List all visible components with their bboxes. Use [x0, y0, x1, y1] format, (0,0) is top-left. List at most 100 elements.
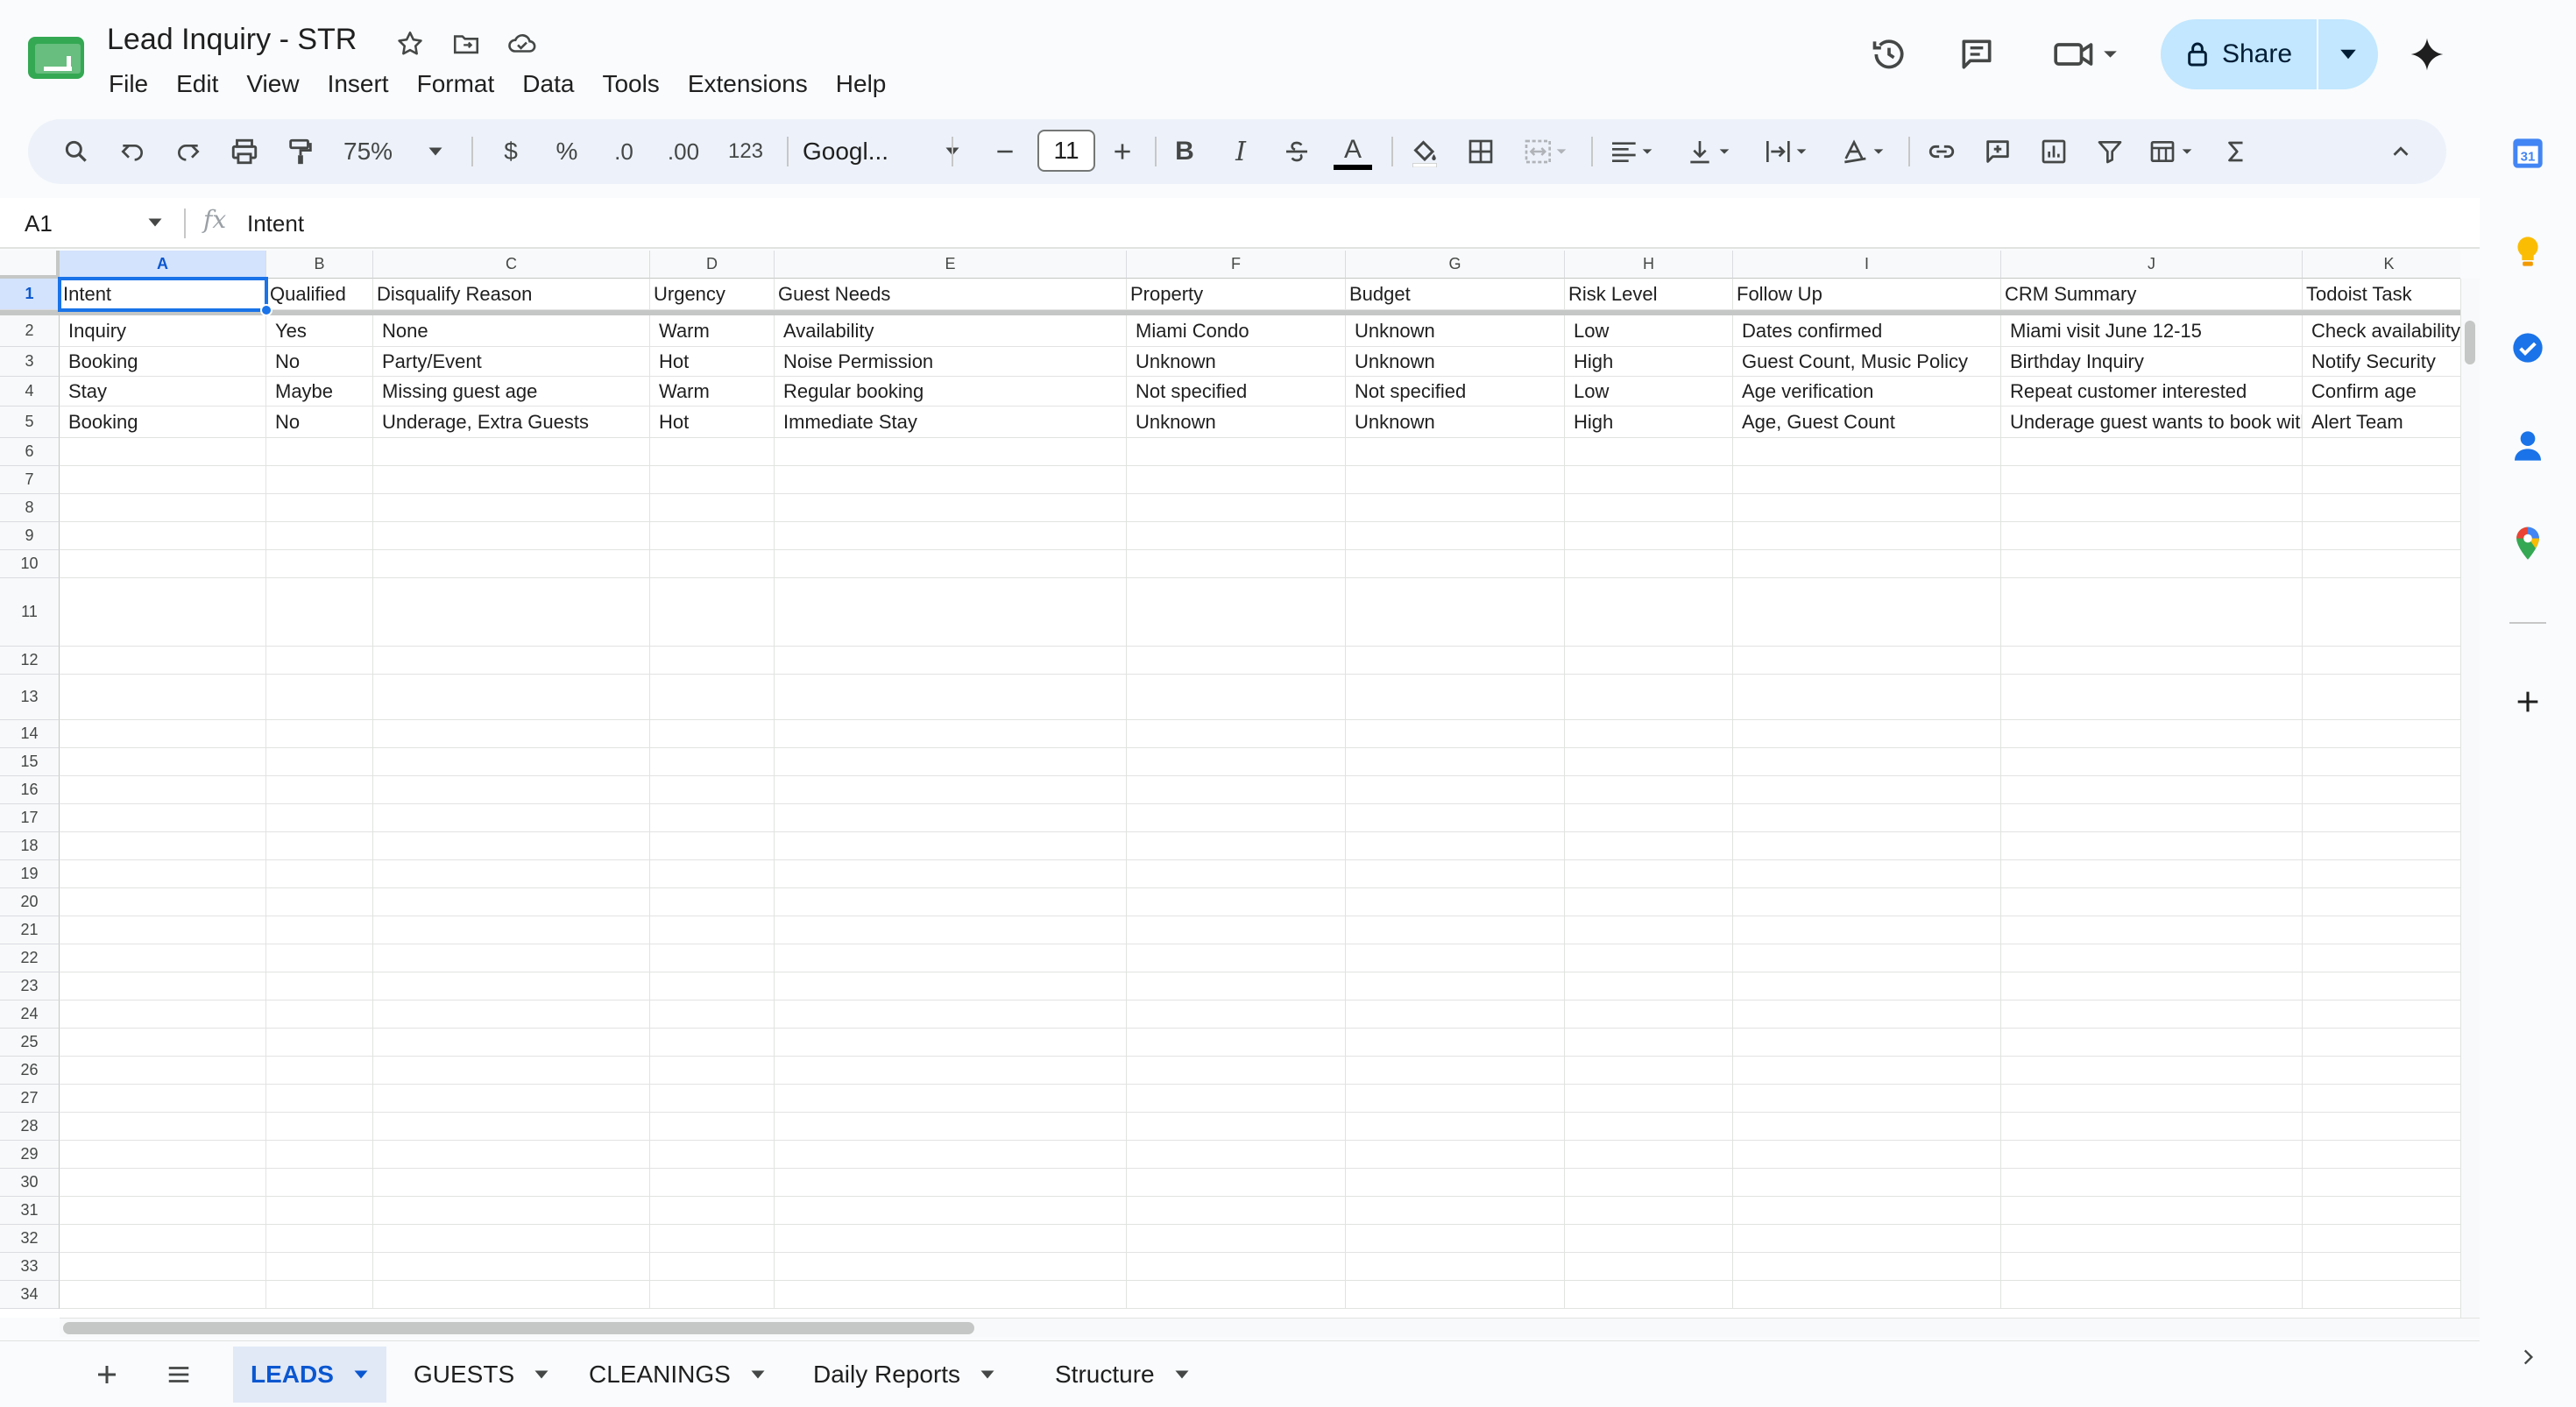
increase-decimal-button[interactable]: .00 — [655, 119, 711, 184]
cell-h24[interactable] — [1565, 1000, 1733, 1029]
cell-g23[interactable] — [1346, 972, 1565, 1000]
cell-i23[interactable] — [1733, 972, 2001, 1000]
row-header[interactable]: 10 — [0, 550, 60, 578]
cell-f28[interactable] — [1127, 1113, 1346, 1141]
cell-i30[interactable] — [1733, 1169, 2001, 1197]
column-header[interactable]: E — [775, 251, 1127, 279]
cell-j29[interactable] — [2001, 1141, 2303, 1169]
cell-b17[interactable] — [266, 804, 373, 832]
cell-c21[interactable] — [373, 916, 650, 944]
cell-j21[interactable] — [2001, 916, 2303, 944]
row-header[interactable]: 28 — [0, 1113, 60, 1141]
cell-c14[interactable] — [373, 720, 650, 748]
sheet-tab-leads[interactable]: LEADS — [233, 1347, 386, 1403]
cell-d2[interactable]: Warm — [650, 315, 775, 347]
row-header[interactable]: 17 — [0, 804, 60, 832]
menu-insert[interactable]: Insert — [314, 67, 403, 102]
merge-cells-icon[interactable] — [1512, 119, 1582, 184]
functions-icon[interactable] — [2210, 119, 2262, 184]
cell-b10[interactable] — [266, 550, 373, 578]
cell-j14[interactable] — [2001, 720, 2303, 748]
menu-help[interactable]: Help — [822, 67, 901, 102]
cell-c3[interactable]: Party/Event — [373, 347, 650, 377]
insert-link-icon[interactable] — [1915, 119, 1968, 184]
caret-down-icon[interactable] — [353, 1369, 369, 1380]
cell-g5[interactable]: Unknown — [1346, 407, 1565, 438]
cell-c1[interactable]: Disqualify Reason — [373, 279, 650, 310]
cell-d9[interactable] — [650, 522, 775, 550]
table-view-icon[interactable] — [2138, 119, 2208, 184]
keep-icon[interactable] — [2506, 230, 2550, 273]
cell-b20[interactable] — [266, 888, 373, 916]
cell-j34[interactable] — [2001, 1281, 2303, 1309]
fill-color-icon[interactable] — [1398, 119, 1451, 184]
select-all-corner[interactable] — [0, 251, 60, 279]
cell-a24[interactable] — [60, 1000, 266, 1029]
cell-g32[interactable] — [1346, 1225, 1565, 1253]
cell-j27[interactable] — [2001, 1085, 2303, 1113]
cell-c33[interactable] — [373, 1253, 650, 1281]
cell-g26[interactable] — [1346, 1057, 1565, 1085]
cell-e26[interactable] — [775, 1057, 1127, 1085]
cell-a26[interactable] — [60, 1057, 266, 1085]
cell-j12[interactable] — [2001, 647, 2303, 675]
cell-i31[interactable] — [1733, 1197, 2001, 1225]
share-dropdown[interactable] — [2318, 19, 2378, 89]
fill-handle[interactable] — [260, 304, 272, 316]
cell-f26[interactable] — [1127, 1057, 1346, 1085]
cell-f29[interactable] — [1127, 1141, 1346, 1169]
cell-c34[interactable] — [373, 1281, 650, 1309]
font-select[interactable]: Googl... — [794, 119, 969, 184]
spreadsheet-grid[interactable]: ABCDEFGHIJK 1 2 3 4 5 6 7 8 9 10 11 12 13 14 15 16 17 18 1… — [0, 251, 2460, 1318]
zoom-select[interactable]: 75% — [336, 119, 450, 184]
cell-f27[interactable] — [1127, 1085, 1346, 1113]
cell-a34[interactable] — [60, 1281, 266, 1309]
cell-f1[interactable]: Property — [1127, 279, 1346, 310]
row-header[interactable]: 22 — [0, 944, 60, 972]
cell-c25[interactable] — [373, 1029, 650, 1057]
cell-e14[interactable] — [775, 720, 1127, 748]
cell-a11[interactable] — [60, 578, 266, 647]
cell-h7[interactable] — [1565, 466, 1733, 494]
cell-i34[interactable] — [1733, 1281, 2001, 1309]
cell-c12[interactable] — [373, 647, 650, 675]
cell-e17[interactable] — [775, 804, 1127, 832]
cell-b21[interactable] — [266, 916, 373, 944]
cell-k27[interactable] — [2303, 1085, 2460, 1113]
row-header[interactable]: 21 — [0, 916, 60, 944]
cell-g6[interactable] — [1346, 438, 1565, 466]
cell-d27[interactable] — [650, 1085, 775, 1113]
cell-h4[interactable]: Low — [1565, 377, 1733, 407]
cell-i13[interactable] — [1733, 675, 2001, 720]
text-rotation-icon[interactable] — [1829, 119, 1900, 184]
cell-c29[interactable] — [373, 1141, 650, 1169]
cell-g29[interactable] — [1346, 1141, 1565, 1169]
cell-g13[interactable] — [1346, 675, 1565, 720]
cell-c11[interactable] — [373, 578, 650, 647]
cell-e2[interactable]: Availability — [775, 315, 1127, 347]
cell-h5[interactable]: High — [1565, 407, 1733, 438]
cell-i5[interactable]: Age, Guest Count — [1733, 407, 2001, 438]
percent-format-button[interactable]: % — [545, 119, 589, 184]
cell-b15[interactable] — [266, 748, 373, 776]
cell-f5[interactable]: Unknown — [1127, 407, 1346, 438]
cell-j23[interactable] — [2001, 972, 2303, 1000]
cell-i6[interactable] — [1733, 438, 2001, 466]
currency-format-button[interactable]: $ — [489, 119, 533, 184]
row-header[interactable]: 20 — [0, 888, 60, 916]
cell-f31[interactable] — [1127, 1197, 1346, 1225]
cell-c15[interactable] — [373, 748, 650, 776]
cell-h10[interactable] — [1565, 550, 1733, 578]
cell-k6[interactable] — [2303, 438, 2460, 466]
cell-h30[interactable] — [1565, 1169, 1733, 1197]
cell-i15[interactable] — [1733, 748, 2001, 776]
cell-d33[interactable] — [650, 1253, 775, 1281]
row-header[interactable]: 29 — [0, 1141, 60, 1169]
caret-down-icon[interactable] — [1174, 1369, 1190, 1380]
cell-f33[interactable] — [1127, 1253, 1346, 1281]
cell-h3[interactable]: High — [1565, 347, 1733, 377]
cell-i19[interactable] — [1733, 860, 2001, 888]
cell-i21[interactable] — [1733, 916, 2001, 944]
cell-d34[interactable] — [650, 1281, 775, 1309]
cell-i12[interactable] — [1733, 647, 2001, 675]
